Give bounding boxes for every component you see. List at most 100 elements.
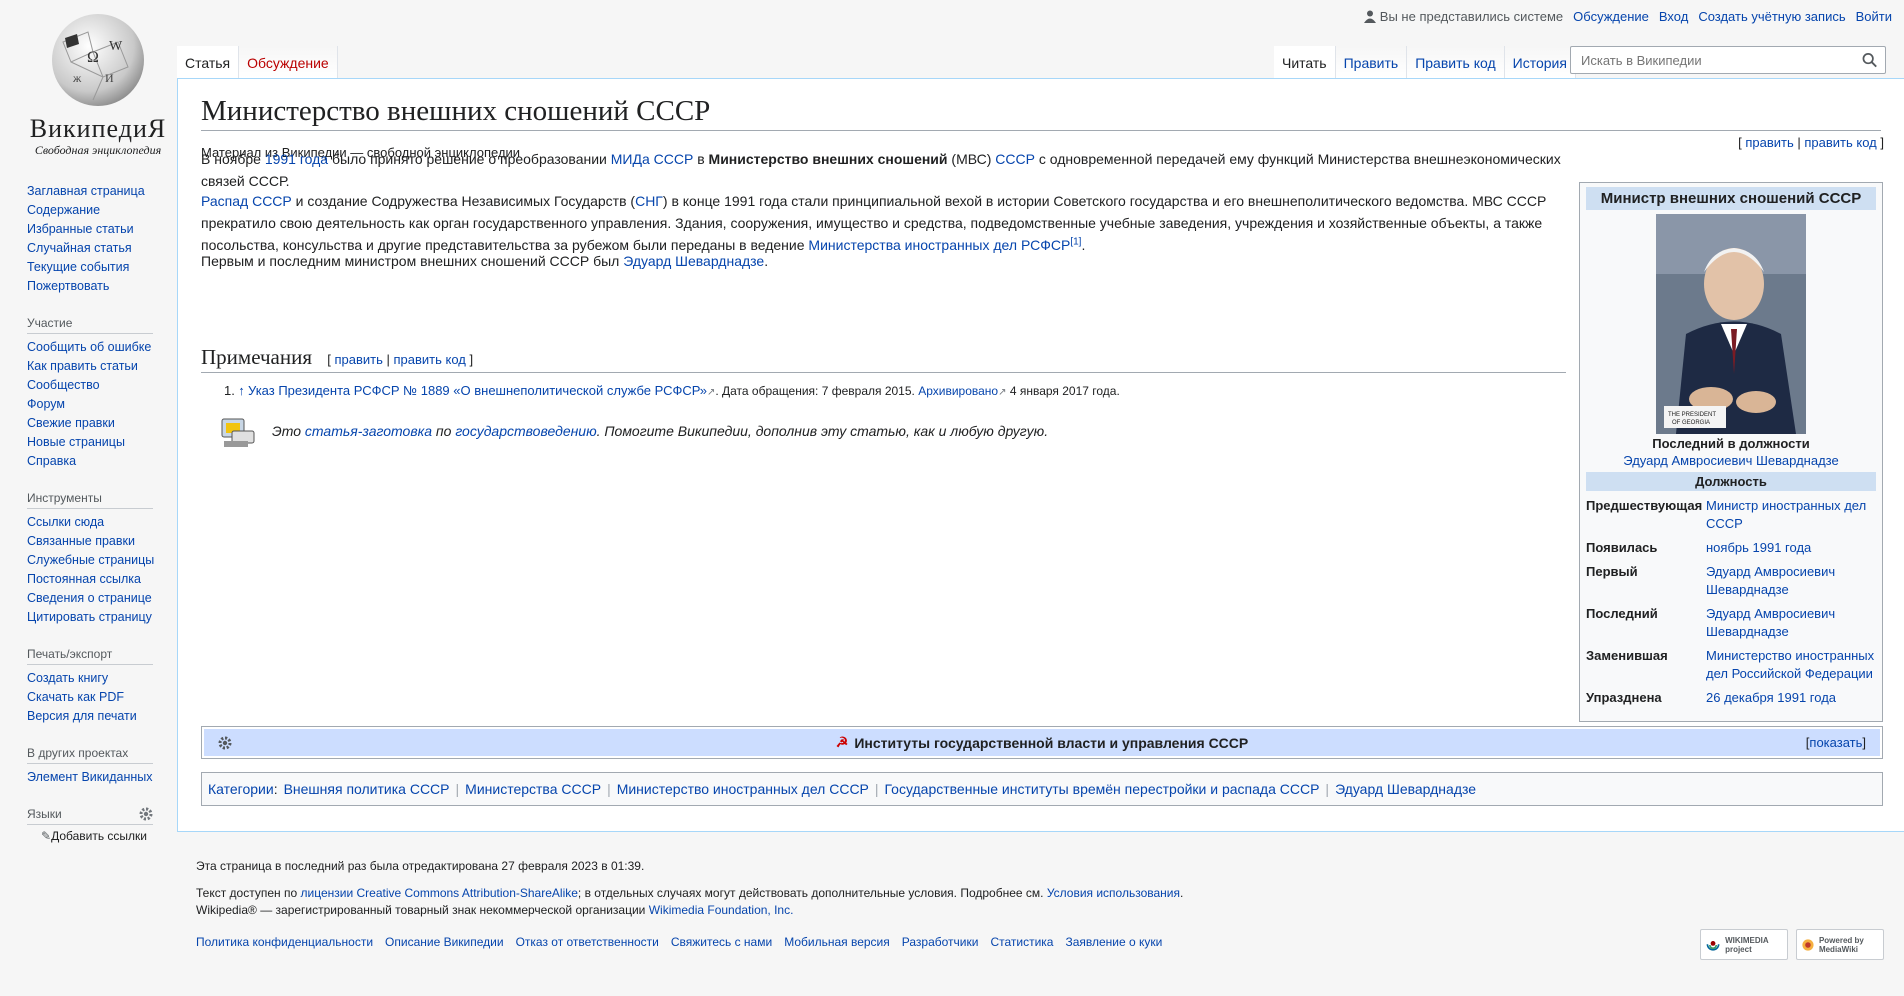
topic-link[interactable]: государствоведению	[455, 423, 596, 439]
navbox-show-toggle[interactable]: [показать]	[1806, 735, 1866, 750]
footer-stats[interactable]: Статистика	[990, 935, 1053, 949]
sidebar-item-report-error[interactable]: Сообщить об ошибке	[27, 340, 151, 354]
plate-text: THE PRESIDENT	[1668, 412, 1716, 418]
wikimedia-logo-icon	[1706, 940, 1720, 951]
text: Это	[272, 423, 305, 439]
category-link[interactable]: Министерства СССР	[465, 781, 601, 797]
edit-source-link[interactable]: править код	[1804, 135, 1876, 150]
row-value-link[interactable]: Эдуард Амвросиевич Шеварднадзе	[1706, 606, 1835, 639]
footer-about[interactable]: Описание Википедии	[385, 935, 504, 949]
mediawiki-badge[interactable]: Powered by MediaWiki	[1796, 929, 1884, 960]
row-value-link[interactable]: Эдуард Амвросиевич Шеварднадзе	[1706, 564, 1835, 597]
category-link[interactable]: Внешняя политика СССР	[284, 781, 450, 797]
link-ussr[interactable]: СССР	[995, 151, 1035, 167]
license-link[interactable]: лицензии Creative Commons Attribution-Sh…	[301, 886, 578, 900]
sidebar-item-how-to-edit[interactable]: Как править статьи	[27, 359, 138, 373]
sidebar-item-recent-changes[interactable]: Свежие правки	[27, 416, 115, 430]
sidebar-item-wikidata[interactable]: Элемент Викиданных	[27, 770, 153, 784]
sidebar-item-contents[interactable]: Содержание	[27, 203, 100, 217]
tab-discussion[interactable]: Обсуждение	[239, 46, 338, 78]
row-value-link[interactable]: ноябрь 1991 года	[1706, 540, 1811, 555]
sidebar-item-page-info[interactable]: Сведения о странице	[27, 591, 152, 605]
category-link[interactable]: Министерство иностранных дел СССР	[617, 781, 869, 797]
footer-developers[interactable]: Разработчики	[902, 935, 979, 949]
svg-text:И: И	[105, 71, 114, 85]
user-icon	[1363, 10, 1376, 23]
person-link[interactable]: Эдуард Амвросиевич Шеварднадзе	[1623, 453, 1838, 468]
tab-read[interactable]: Читать	[1274, 46, 1336, 78]
footer-privacy[interactable]: Политика конфиденциальности	[196, 935, 373, 949]
tab-article[interactable]: Статья	[177, 46, 240, 78]
sidebar-item-random[interactable]: Случайная статья	[27, 241, 132, 255]
sidebar-item-printable[interactable]: Версия для печати	[27, 709, 137, 723]
ref-1[interactable]: [1]	[1070, 236, 1081, 247]
search-icon[interactable]	[1862, 52, 1877, 68]
sidebar-item-current-events[interactable]: Текущие события	[27, 260, 129, 274]
sidebar-item-create-book[interactable]: Создать книгу	[27, 671, 108, 685]
footer-contact[interactable]: Свяжитесь с нами	[671, 935, 772, 949]
navbox-show-link[interactable]: показать	[1809, 735, 1862, 750]
logout-link[interactable]: Войти	[1856, 9, 1892, 24]
row-key: Последний	[1586, 606, 1658, 621]
row-value-link[interactable]: Министр иностранных дел СССР	[1706, 498, 1866, 531]
sidebar-item-permanent-link[interactable]: Постоянная ссылка	[27, 572, 141, 586]
create-account-link[interactable]: Создать учётную запись	[1698, 9, 1845, 24]
paragraph-1: В ноябре 1991 года было принято решение …	[201, 148, 1561, 192]
footer-cookies[interactable]: Заявление о куки	[1065, 935, 1162, 949]
sidebar-item-main-page[interactable]: Заглавная страница	[27, 184, 145, 198]
tab-edit[interactable]: Править	[1335, 46, 1408, 78]
portrait-image: THE PRESIDENT OF GEORGIA	[1656, 214, 1806, 434]
footer-disclaimer[interactable]: Отказ от ответственности	[516, 935, 659, 949]
add-links[interactable]: ✎Добавить ссылки	[27, 829, 153, 843]
link-mid-ussr[interactable]: МИДа СССР	[611, 151, 694, 167]
wmf-link[interactable]: Wikimedia Foundation, Inc.	[649, 903, 794, 917]
sidebar-item-donate[interactable]: Пожертвовать	[27, 279, 109, 293]
portrait-photo[interactable]: THE PRESIDENT OF GEORGIA	[1656, 214, 1806, 434]
text: .	[764, 253, 769, 269]
sidebar-item-what-links-here[interactable]: Ссылки сюда	[27, 515, 104, 529]
gear-icon[interactable]	[218, 736, 232, 750]
tab-history[interactable]: История	[1504, 46, 1576, 78]
link-cis[interactable]: СНГ	[635, 193, 663, 209]
ref-backlink[interactable]: ↑	[238, 383, 245, 398]
category-link[interactable]: Государственные институты времён перестр…	[885, 781, 1320, 797]
portal-heading: В других проектах	[27, 746, 153, 764]
text: .	[1180, 886, 1184, 900]
tab-edit-source[interactable]: Править код	[1407, 46, 1505, 78]
row-value-link[interactable]: Министерство иностранных дел Российской …	[1706, 648, 1874, 681]
sidebar-item-new-pages[interactable]: Новые страницы	[27, 435, 125, 449]
ref-accessed: . Дата обращения: 7 февраля 2015.	[715, 384, 915, 398]
link-shevardnadze[interactable]: Эдуард Шеварднадзе	[623, 253, 764, 269]
sidebar-item-community[interactable]: Сообщество	[27, 378, 100, 392]
gear-icon[interactable]	[139, 807, 153, 821]
ref-link[interactable]: Указ Президента РСФСР № 1889 «О внешнепо…	[248, 383, 707, 398]
sidebar-item-help[interactable]: Справка	[27, 454, 76, 468]
sidebar-item-featured[interactable]: Избранные статьи	[27, 222, 134, 236]
row-value-link[interactable]: 26 декабря 1991 года	[1706, 690, 1836, 705]
categories-label[interactable]: Категории	[208, 781, 274, 797]
personal-tools: Вы не представились системе Обсуждение В…	[1363, 9, 1892, 24]
link-dissolution[interactable]: Распад СССР	[201, 193, 292, 209]
footer-mobile[interactable]: Мобильная версия	[784, 935, 890, 949]
sidebar-item-forum[interactable]: Форум	[27, 397, 65, 411]
stub-link[interactable]: статья-заготовка	[305, 423, 432, 439]
sidebar-item-download-pdf[interactable]: Скачать как PDF	[27, 690, 124, 704]
link-1991[interactable]: 1991 года	[265, 151, 328, 167]
category-link[interactable]: Эдуард Шеварднадзе	[1335, 781, 1476, 797]
sidebar-item-related-changes[interactable]: Связанные правки	[27, 534, 135, 548]
text: . Помогите Википедии, дополнив эту стать…	[596, 423, 1049, 439]
edit-link[interactable]: править	[1745, 135, 1793, 150]
edit-source-link[interactable]: править код	[394, 352, 466, 367]
archived-link[interactable]: Архивировано	[918, 384, 998, 398]
text: и создание Содружества Независимых Госуд…	[291, 193, 636, 209]
login-link[interactable]: Вход	[1659, 9, 1688, 24]
terms-link[interactable]: Условия использования	[1047, 886, 1180, 900]
edit-link[interactable]: править	[335, 352, 383, 367]
search-input[interactable]	[1579, 51, 1862, 69]
sidebar-item-special-pages[interactable]: Служебные страницы	[27, 553, 154, 567]
wikipedia-logo[interactable]: Ω W И ж ВикипедиЯ Свободная энциклопедия	[18, 12, 178, 158]
personal-talk-link[interactable]: Обсуждение	[1573, 9, 1649, 24]
wikimedia-badge[interactable]: WIKIMEDIA project	[1700, 929, 1788, 960]
mediawiki-badge-text: Powered by MediaWiki	[1818, 935, 1864, 954]
sidebar-item-cite[interactable]: Цитировать страницу	[27, 610, 152, 624]
